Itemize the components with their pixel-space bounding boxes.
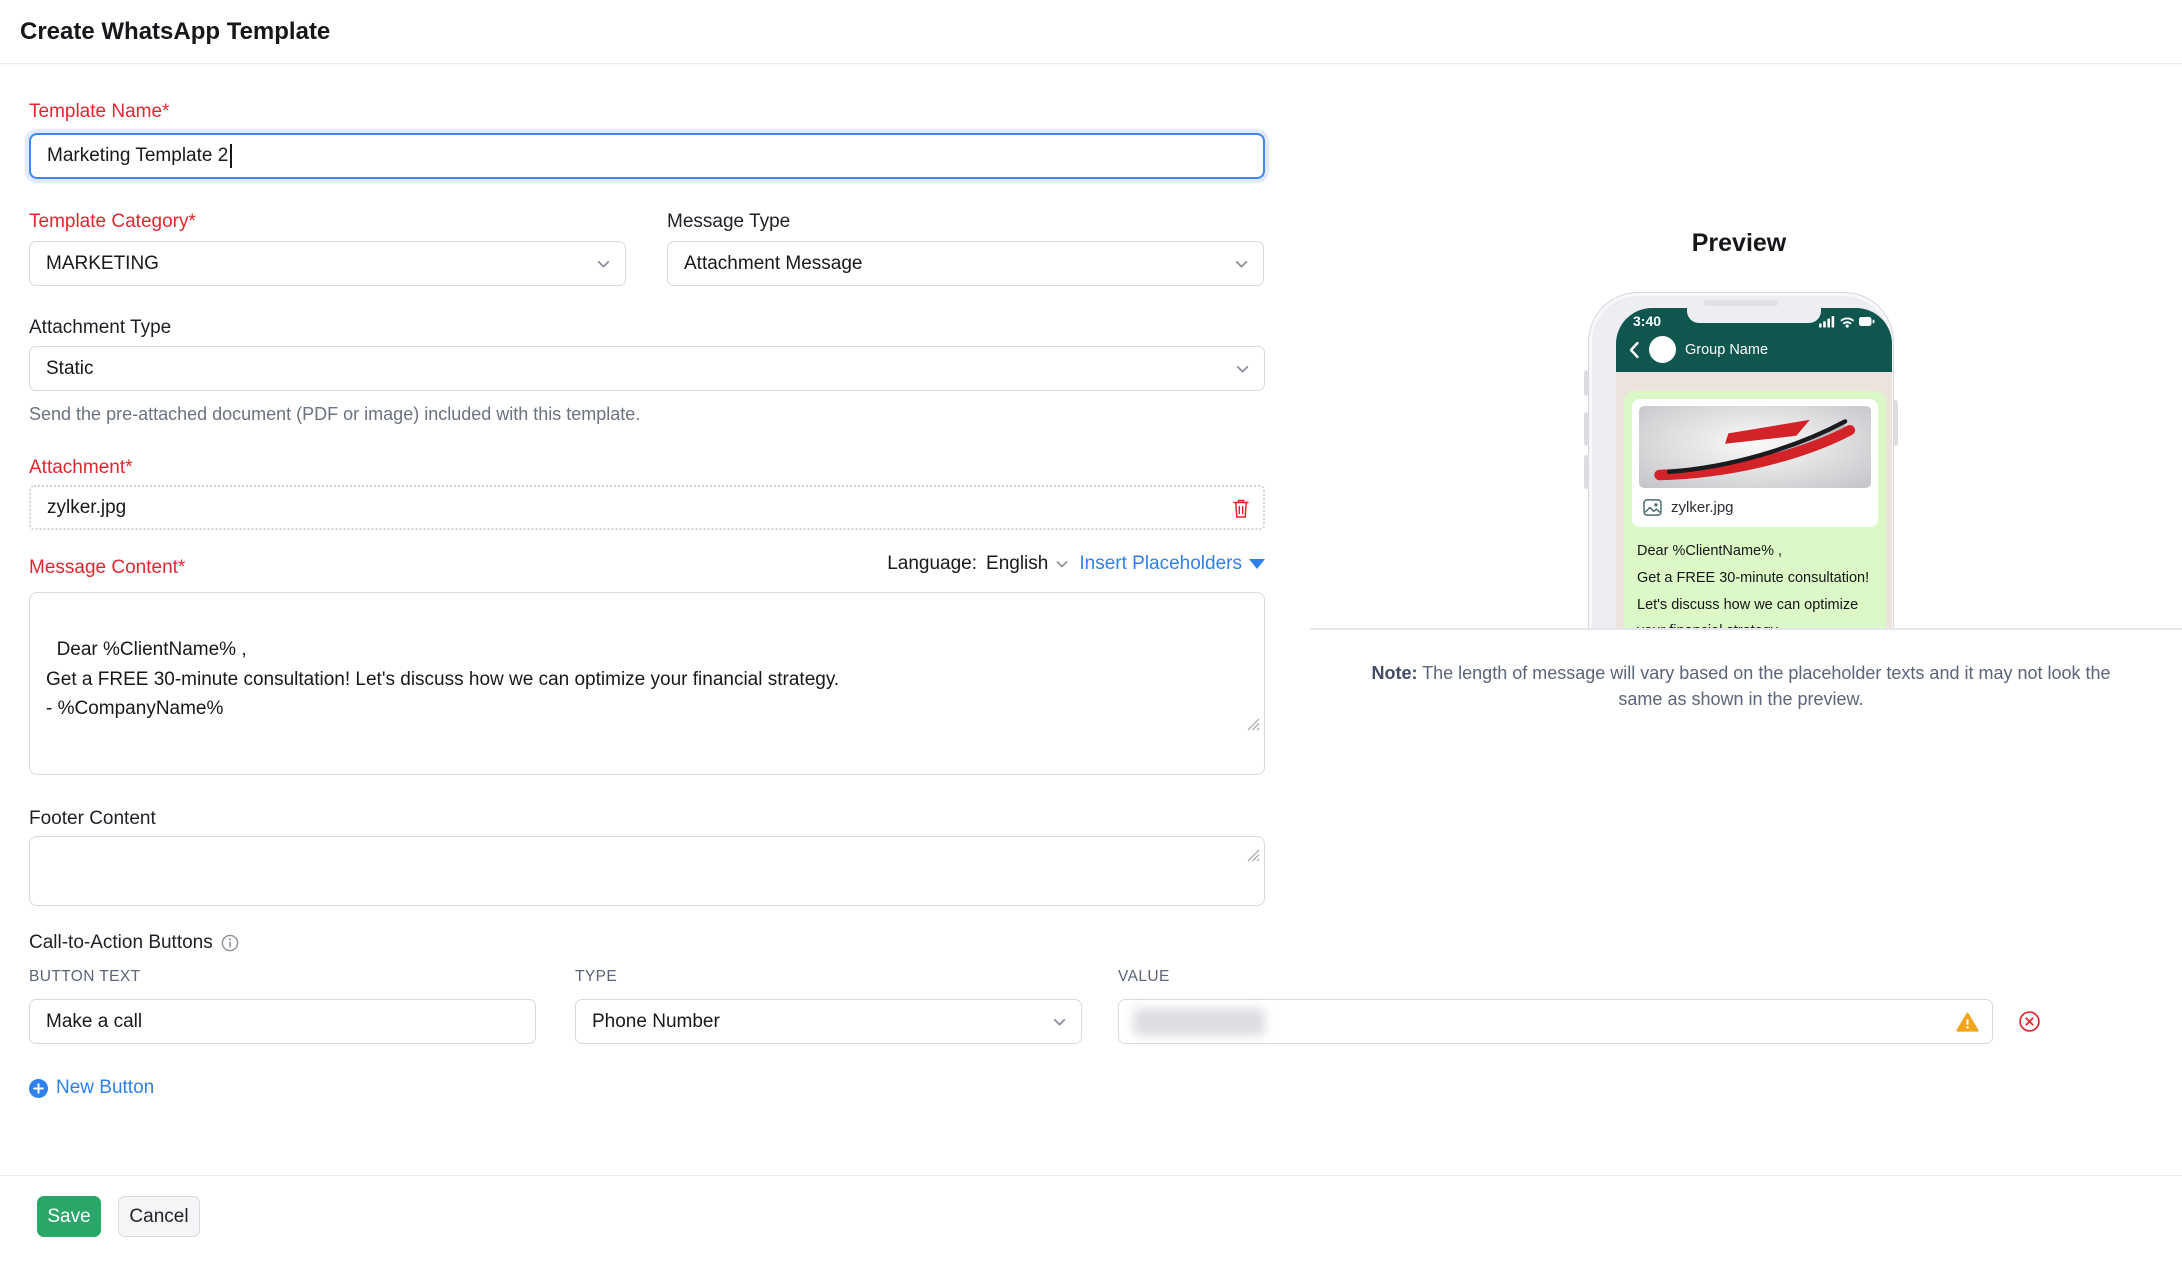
status-time: 3:40 <box>1633 313 1661 329</box>
whatsapp-header: 3:40 <box>1616 308 1892 372</box>
message-bubble: zylker.jpg Dear %ClientName% , Get a FRE… <box>1624 391 1886 628</box>
attachment-file-box[interactable]: zylker.jpg <box>29 485 1265 530</box>
new-button-link[interactable]: New Button <box>29 1077 154 1099</box>
remove-row-icon[interactable] <box>2018 1010 2041 1033</box>
note-text: The length of message will vary based on… <box>1422 663 2110 709</box>
footer-divider <box>0 1175 2182 1176</box>
template-category-value: MARKETING <box>46 253 159 275</box>
cta-label-text: Call-to-Action Buttons <box>29 932 213 954</box>
chat-name: Group Name <box>1685 342 1768 358</box>
insert-placeholders-label: Insert Placeholders <box>1079 553 1242 575</box>
attachment-file-name: zylker.jpg <box>1671 499 1734 516</box>
message-content-value: Dear %ClientName% , Get a FREE 30-minute… <box>46 639 839 719</box>
attachment-file-row: zylker.jpg <box>1639 488 1871 520</box>
phone-screen: 3:40 <box>1616 308 1892 628</box>
footer-content-textarea[interactable] <box>29 836 1265 906</box>
message-type-label: Message Type <box>667 211 790 233</box>
triangle-down-icon <box>1249 559 1265 569</box>
avatar <box>1649 336 1676 363</box>
template-name-label: Template Name* <box>29 101 169 123</box>
phone-bezel: 3:40 <box>1588 292 1894 628</box>
chevron-down-icon <box>1051 1013 1068 1030</box>
page-header: Create WhatsApp Template <box>0 0 2182 64</box>
redacted-value-pill <box>1133 1008 1265 1036</box>
chevron-down-icon <box>1054 556 1070 572</box>
phone-notch <box>1687 308 1821 323</box>
attachment-type-label: Attachment Type <box>29 317 171 339</box>
template-name-value: Marketing Template 2 <box>47 145 228 167</box>
status-icons <box>1819 315 1875 328</box>
trash-icon[interactable] <box>1231 497 1251 519</box>
language-value: English <box>986 553 1048 575</box>
message-text: Dear %ClientName% , Get a FREE 30-minute… <box>1632 527 1878 628</box>
chevron-down-icon <box>1233 255 1250 272</box>
column-header-type: TYPE <box>575 968 617 986</box>
template-category-select[interactable]: MARKETING <box>29 241 626 286</box>
attachment-label: Attachment* <box>29 457 133 479</box>
zylker-logo <box>1648 411 1863 483</box>
image-icon <box>1642 498 1663 517</box>
message-content-label: Message Content* <box>29 557 185 579</box>
cta-value-input[interactable] <box>1118 999 1993 1044</box>
save-button[interactable]: Save <box>37 1196 101 1237</box>
message-content-textarea[interactable]: Dear %ClientName% , Get a FREE 30-minute… <box>29 592 1265 775</box>
insert-placeholders-button[interactable]: Insert Placeholders <box>1079 553 1265 575</box>
plus-circle-icon <box>29 1079 48 1098</box>
attachment-file-name: zylker.jpg <box>47 497 126 519</box>
cta-type-select[interactable]: Phone Number <box>575 999 1082 1044</box>
page-title: Create WhatsApp Template <box>20 0 330 63</box>
cancel-button[interactable]: Cancel <box>118 1196 200 1237</box>
message-type-select[interactable]: Attachment Message <box>667 241 1264 286</box>
resize-handle-icon[interactable] <box>1224 813 1260 901</box>
message-type-value: Attachment Message <box>684 253 862 275</box>
note-label: Note: <box>1371 663 1417 683</box>
back-chevron-icon <box>1628 341 1640 359</box>
preview-title: Preview <box>1586 229 1892 258</box>
preview-divider <box>1310 628 2182 630</box>
attachment-image <box>1639 406 1871 488</box>
template-name-input[interactable]: Marketing Template 2 <box>29 133 1265 179</box>
template-category-label: Template Category* <box>29 211 196 233</box>
cta-type-value: Phone Number <box>592 1011 720 1033</box>
cta-button-text-input[interactable]: Make a call <box>29 999 536 1044</box>
column-header-button-text: BUTTON TEXT <box>29 968 140 986</box>
chat-header: Group Name <box>1628 336 1768 363</box>
attachment-type-select[interactable]: Static <box>29 346 1265 391</box>
chevron-down-icon <box>1234 360 1251 377</box>
column-header-value: VALUE <box>1118 968 1170 986</box>
attachment-card: zylker.jpg <box>1632 399 1878 527</box>
language-label: Language: <box>887 553 977 575</box>
footer-content-label: Footer Content <box>29 808 156 830</box>
attachment-type-helper: Send the pre-attached document (PDF or i… <box>29 404 640 425</box>
info-icon[interactable] <box>221 934 239 952</box>
warning-icon <box>1956 1011 1979 1032</box>
language-select[interactable]: English <box>986 553 1070 575</box>
phone-speaker <box>1704 300 1778 306</box>
text-cursor <box>230 144 232 168</box>
resize-handle-icon[interactable] <box>1224 682 1260 770</box>
preview-note: Note: The length of message will vary ba… <box>1357 660 2125 712</box>
language-row: Language: English Insert Placeholders <box>700 553 1265 575</box>
attachment-type-value: Static <box>46 358 94 380</box>
new-button-label: New Button <box>56 1077 154 1099</box>
chevron-down-icon <box>595 255 612 272</box>
cta-button-text-value: Make a call <box>46 1011 142 1033</box>
cta-section-label: Call-to-Action Buttons <box>29 932 239 954</box>
phone-mockup: 3:40 <box>1576 292 1906 628</box>
